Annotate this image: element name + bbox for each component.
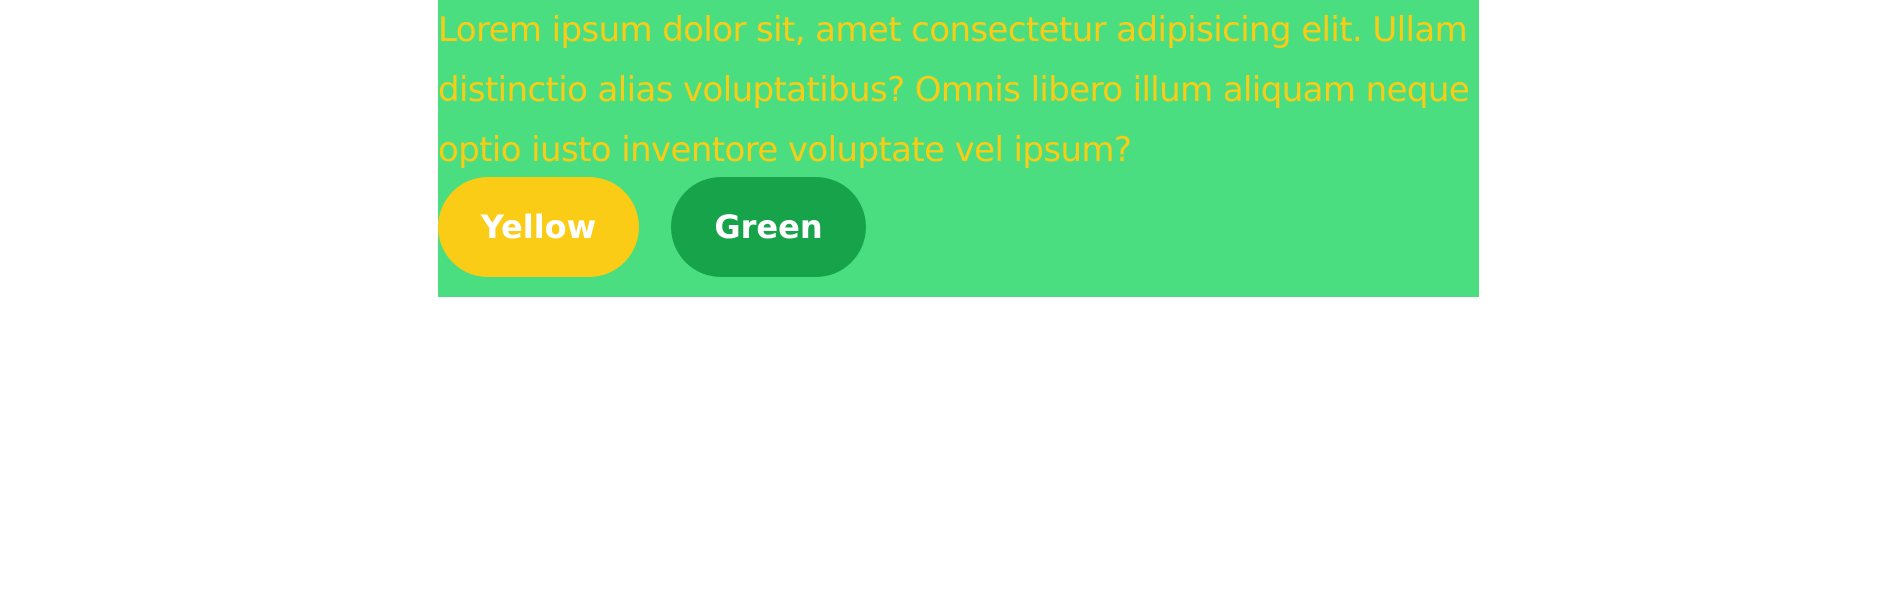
- content-card: Lorem ipsum dolor sit, amet consectetur …: [438, 0, 1479, 297]
- lorem-paragraph: Lorem ipsum dolor sit, amet consectetur …: [438, 10, 1470, 170]
- button-row: Yellow Green: [438, 177, 866, 277]
- green-button[interactable]: Green: [671, 177, 866, 277]
- yellow-button[interactable]: Yellow: [438, 177, 639, 277]
